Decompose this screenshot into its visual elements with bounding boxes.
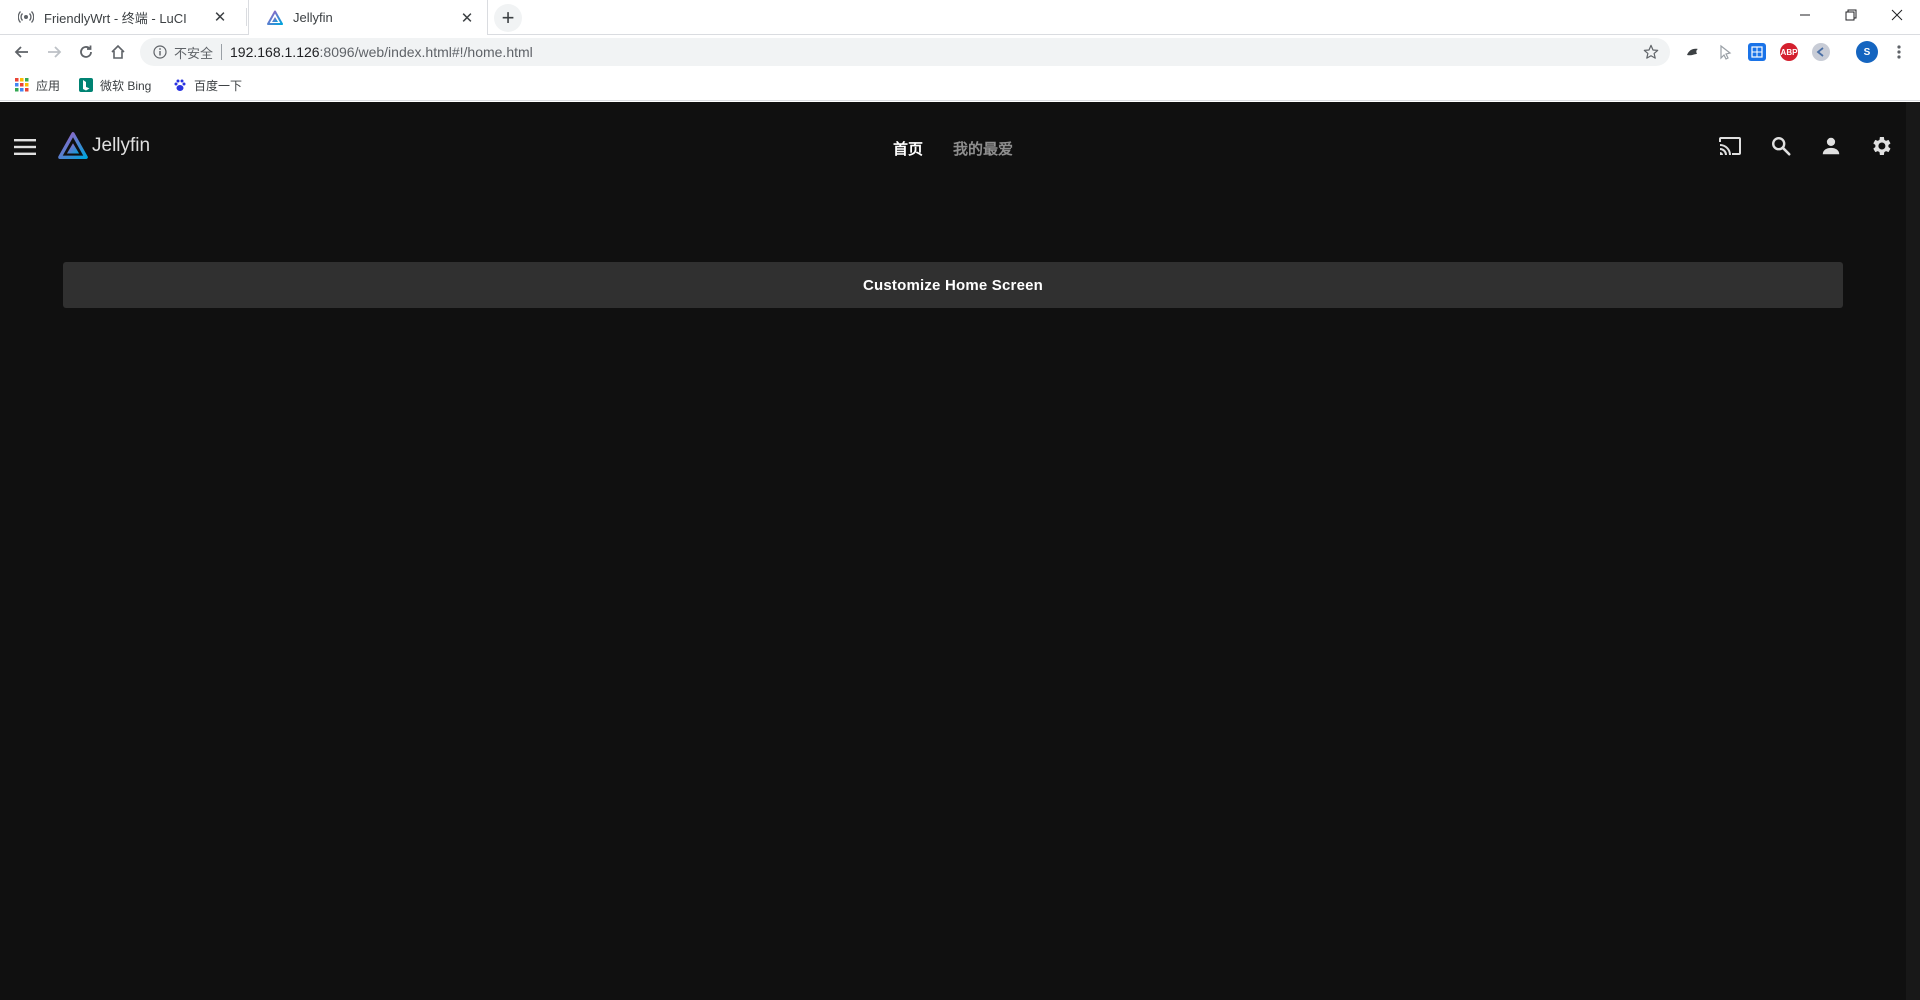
- bookmark-label: 微软 Bing: [100, 78, 152, 93]
- security-label: 不安全: [174, 45, 214, 61]
- antenna-icon: [18, 9, 34, 25]
- customize-home-screen-button[interactable]: Customize Home Screen: [63, 262, 1843, 308]
- tab-title: FriendlyWrt - 终端 - LuCI: [44, 10, 187, 26]
- bookmark-label: 百度一下: [194, 78, 243, 93]
- url-path: :8096/web/index.html#!/home.html: [319, 44, 533, 60]
- close-icon[interactable]: ✕: [459, 10, 475, 27]
- browser-toolbar: 不安全 192.168.1.126:8096/web/index.html#!/…: [0, 35, 1920, 69]
- info-icon[interactable]: [152, 44, 168, 60]
- jellyfin-app: Jellyfin 首页 我的最爱 Customize Home Screen: [0, 102, 1920, 1000]
- bing-icon: [78, 77, 94, 93]
- tab-separator: [246, 8, 247, 26]
- back-icon[interactable]: [8, 38, 36, 66]
- extension-rabbit-icon[interactable]: [1684, 43, 1702, 61]
- tab-home[interactable]: 首页: [891, 136, 925, 161]
- jellyfin-favicon-icon: [267, 10, 283, 26]
- bookmark-label: 应用: [36, 78, 61, 93]
- adblock-label: ABP: [1780, 47, 1798, 57]
- minimize-icon[interactable]: [1782, 0, 1828, 30]
- bookmarks-bar: 应用 微软 Bing 百度一下: [0, 69, 1920, 101]
- home-icon[interactable]: [104, 38, 132, 66]
- url-text: 192.168.1.126:8096/web/index.html#!/home…: [230, 44, 1642, 60]
- extension-circle-icon[interactable]: [1812, 43, 1830, 61]
- tab-title: Jellyfin: [293, 10, 333, 25]
- cast-icon[interactable]: [1716, 132, 1744, 160]
- search-icon[interactable]: [1767, 132, 1795, 160]
- apps-grid-icon: [14, 77, 30, 93]
- forward-icon[interactable]: [40, 38, 68, 66]
- bookmark-star-icon[interactable]: [1642, 43, 1660, 61]
- bookmark-baidu[interactable]: 百度一下: [172, 75, 242, 95]
- extension-grid-icon[interactable]: [1748, 43, 1766, 61]
- chrome-menu-icon[interactable]: [1890, 43, 1908, 61]
- address-bar[interactable]: 不安全 192.168.1.126:8096/web/index.html#!/…: [140, 38, 1670, 66]
- extension-cursor-icon[interactable]: [1716, 43, 1734, 61]
- restore-icon[interactable]: [1828, 0, 1874, 30]
- adblock-icon[interactable]: ABP: [1780, 43, 1798, 61]
- baidu-paw-icon: [172, 77, 188, 93]
- profile-initial: S: [1863, 46, 1871, 58]
- browser-tab-strip: FriendlyWrt - 终端 - LuCI ✕ Jellyfin ✕ +: [0, 0, 1920, 35]
- window-close-icon[interactable]: [1874, 0, 1920, 30]
- new-tab-button[interactable]: +: [494, 4, 522, 32]
- gear-icon[interactable]: [1867, 132, 1895, 160]
- address-divider: [221, 44, 223, 60]
- page-scrollbar[interactable]: [1906, 102, 1920, 1000]
- bookmark-bing[interactable]: 微软 Bing: [78, 75, 151, 95]
- tab-friendlywrt[interactable]: FriendlyWrt - 终端 - LuCI ✕: [0, 0, 240, 34]
- home-nav-tabs: 首页 我的最爱: [0, 136, 1906, 161]
- close-icon[interactable]: ✕: [212, 9, 228, 26]
- user-icon[interactable]: [1817, 132, 1845, 160]
- profile-avatar[interactable]: S: [1856, 41, 1878, 63]
- reload-icon[interactable]: [72, 38, 100, 66]
- tab-jellyfin[interactable]: Jellyfin ✕: [248, 0, 488, 35]
- tab-favorites[interactable]: 我的最爱: [951, 136, 1015, 161]
- url-host: 192.168.1.126: [230, 44, 320, 60]
- bookmark-apps[interactable]: 应用: [14, 75, 60, 95]
